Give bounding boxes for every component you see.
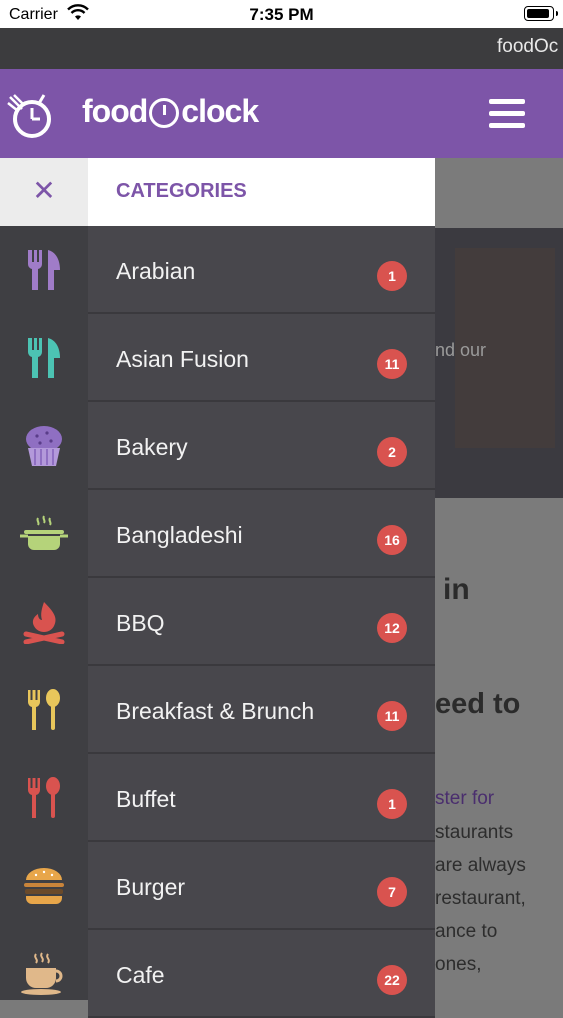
url-text: foodOc [497,36,559,57]
category-item-cell[interactable]: Arabian 1 [88,226,435,314]
categories-drawer: ✕ CATEGORIES Arabian 1 Asian Fusion 11 Baker… [0,158,435,1018]
close-drawer-button[interactable]: ✕ [0,158,88,226]
category-item-cell[interactable]: Cafe 22 [88,930,435,1018]
category-count-badge: 11 [377,701,407,731]
category-item-cell[interactable]: Asian Fusion 11 [88,314,435,402]
close-icon: ✕ [32,175,56,206]
category-item-cell[interactable]: BBQ 12 [88,578,435,666]
utensils-icon [0,226,88,314]
category-item-cell[interactable]: Bangladeshi 16 [88,490,435,578]
drawer-title: CATEGORIES [116,180,247,202]
fork-spoon-icon [0,754,88,842]
drawer-header: CATEGORIES [88,158,435,226]
category-item[interactable]: Bakery 2 [0,402,435,490]
logo-o-clock-icon [149,98,180,128]
logo-text-clock: clock [181,93,259,129]
category-item[interactable]: BBQ 12 [0,578,435,666]
logo-text-food: food [82,93,148,129]
category-item[interactable]: Cafe 22 [0,930,435,1018]
menu-hamburger-icon[interactable] [489,99,525,129]
hero-text: nd our [435,340,487,360]
battery-icon [524,6,558,21]
category-label: Burger [116,874,186,900]
category-count-badge: 1 [377,789,407,819]
campfire-icon [0,578,88,666]
paragraph-line: staurants [435,822,514,843]
url-bar[interactable]: foodOc [0,28,563,69]
category-item[interactable]: Arabian 1 [0,226,435,314]
category-label: Cafe [116,962,165,988]
category-label: BBQ [116,610,165,636]
section-heading-2: eed to [435,688,521,720]
category-count-badge: 1 [377,261,407,291]
fork-spoon-icon [0,666,88,754]
category-count-badge: 2 [377,437,407,467]
category-item-cell[interactable]: Bakery 2 [88,402,435,490]
app-header: food clock [0,69,563,158]
category-label: Buffet [116,786,176,812]
category-item-cell[interactable]: Buffet 1 [88,754,435,842]
category-count-badge: 16 [377,525,407,555]
register-link[interactable]: ster for [435,788,494,810]
paragraph-line: ones, [435,954,482,975]
paragraph-line: restaurant, [435,888,526,909]
category-label: Breakfast & Brunch [116,698,315,724]
category-item[interactable]: Bangladeshi 16 [0,490,435,578]
category-item[interactable]: Burger 7 [0,842,435,930]
coffee-cup-icon [0,930,88,1018]
category-count-badge: 7 [377,877,407,907]
category-item[interactable]: Breakfast & Brunch 11 [0,666,435,754]
status-bar: Carrier 7:35 PM [0,0,563,28]
category-item-cell[interactable]: Burger 7 [88,842,435,930]
category-label: Asian Fusion [116,346,249,372]
category-label: Bakery [116,434,188,460]
hero-image [435,228,563,498]
category-item-cell[interactable]: Breakfast & Brunch 11 [88,666,435,754]
category-item[interactable]: Asian Fusion 11 [0,314,435,402]
status-time: 7:35 PM [249,5,314,24]
section-heading-1: in [443,573,470,606]
category-count-badge: 12 [377,613,407,643]
logo-clock-icon[interactable] [4,89,56,141]
logo-wordmark[interactable]: food clock [82,93,259,130]
category-count-badge: 22 [377,965,407,995]
category-label: Arabian [116,258,196,284]
utensils-icon [0,314,88,402]
category-item[interactable]: Buffet 1 [0,754,435,842]
category-count-badge: 11 [377,349,407,379]
cooking-pot-icon [0,490,88,578]
cupcake-icon [0,402,88,490]
burger-icon [0,842,88,930]
background-page: nd our in eed to ster for staurants are … [435,158,563,1000]
paragraph-line: ance to [435,921,498,942]
category-label: Bangladeshi [116,522,243,548]
paragraph-line: are always [435,855,526,876]
